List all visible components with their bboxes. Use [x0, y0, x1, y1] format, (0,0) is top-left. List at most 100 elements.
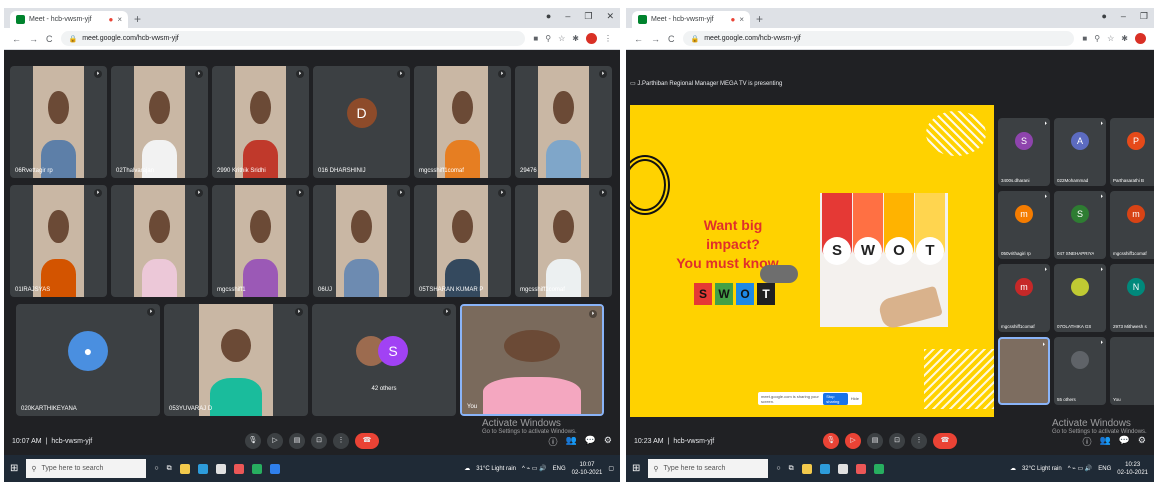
app-icon[interactable] — [873, 463, 884, 474]
camera-button[interactable]: ▷ — [267, 433, 283, 449]
participant-tile[interactable]: ⏵ 07OLATHIKA GS — [1054, 264, 1106, 332]
participant-tile[interactable]: ⏵ 2990 Krithik Sridhi — [212, 66, 309, 178]
participant-tile[interactable]: m⏵mgcsshiff1comaf — [1110, 191, 1154, 259]
windows-start-icon[interactable]: ⊞ — [10, 463, 18, 474]
participant-tile[interactable]: ⏵ — [998, 337, 1050, 405]
people-icon[interactable]: 👥 — [565, 435, 576, 448]
minimize-icon[interactable]: – — [1121, 11, 1126, 22]
participant-tile[interactable]: ⏵ 02Thalvarajan — [111, 66, 208, 178]
present-button[interactable]: ⊡ — [889, 433, 905, 449]
participant-tile[interactable]: ⏵ 06Rvettagir rp — [10, 66, 107, 178]
extension-icon[interactable]: ✱ — [572, 34, 579, 43]
participant-tile[interactable]: ⏵You — [460, 304, 604, 416]
menu-icon[interactable]: ⋮ — [604, 34, 612, 43]
more-options-button[interactable]: ⋮ — [911, 433, 927, 449]
url-field[interactable]: 🔒 meet.google.com/hcb-vwsm-yjf — [682, 31, 1075, 46]
back-icon[interactable]: ← — [12, 34, 21, 44]
file-explorer-icon[interactable] — [179, 463, 190, 474]
participant-tile[interactable]: S ⏵ 42 others — [312, 304, 456, 416]
app-icon[interactable] — [251, 463, 262, 474]
leave-call-button[interactable]: ☎ — [933, 433, 957, 449]
back-icon[interactable]: ← — [634, 34, 643, 44]
taskbar-clock[interactable]: 10:07 02-10-2021 — [572, 461, 603, 477]
activities-icon[interactable]: ⚙ — [604, 435, 612, 448]
participant-tile[interactable]: N⏵2973 Mithwesh s — [1110, 264, 1154, 332]
star-icon[interactable]: ☆ — [558, 34, 565, 43]
browser-tab[interactable]: Meet - hcb-vwsm-yjf ● × — [632, 11, 750, 28]
task-view-icon[interactable]: ⧉ — [789, 465, 794, 473]
profile-dot-icon[interactable]: ● — [1101, 11, 1106, 22]
cortana-icon[interactable]: ○ — [154, 465, 158, 472]
taskbar-search[interactable]: ⚲ Type here to search — [648, 459, 769, 478]
camera-icon[interactable]: ■ — [533, 34, 538, 43]
participant-tile[interactable]: ⏵ 06UJ — [313, 185, 410, 297]
participant-tile[interactable]: ⏵ — [111, 185, 208, 297]
reload-icon[interactable]: C — [668, 34, 675, 44]
edge-icon[interactable] — [197, 463, 208, 474]
store-icon[interactable] — [215, 463, 226, 474]
forward-icon[interactable]: → — [651, 34, 660, 44]
info-icon[interactable]: ⓘ — [548, 435, 557, 448]
captions-button[interactable]: ▤ — [867, 433, 883, 449]
url-field[interactable]: 🔒 meet.google.com/hcb-vwsm-yjf — [60, 31, 526, 46]
participant-tile[interactable]: ⏵ 05TSHARAN KUMAR P — [414, 185, 511, 297]
camera-icon[interactable]: ■ — [1082, 34, 1087, 43]
participant-tile[interactable]: ⏵ mgcsshiff1 — [212, 185, 309, 297]
participant-tile[interactable]: m ⏵ 050vrithagiri rp — [998, 191, 1050, 259]
minimize-icon[interactable]: – — [565, 11, 570, 22]
captions-button[interactable]: ▤ — [289, 433, 305, 449]
participant-tile[interactable]: ⏵ mgcsshiff1comaf — [515, 185, 612, 297]
participant-tile[interactable]: ● ⏵ 020KARTHIKEYANA — [16, 304, 160, 416]
avatar[interactable] — [586, 33, 597, 44]
maximize-icon[interactable]: ❐ — [1140, 11, 1148, 22]
participant-tile[interactable]: A ⏵ 022Mohammad — [1054, 118, 1106, 186]
taskbar-clock[interactable]: 10:23 02-10-2021 — [1117, 461, 1148, 477]
store-icon[interactable] — [837, 463, 848, 474]
edge-icon[interactable] — [819, 463, 830, 474]
profile-dot-icon[interactable]: ● — [546, 11, 551, 22]
people-icon[interactable]: 👥 — [1099, 435, 1110, 448]
file-explorer-icon[interactable] — [801, 463, 812, 474]
zoom-icon[interactable]: ⚲ — [545, 34, 551, 43]
close-tab-icon[interactable]: × — [117, 15, 122, 24]
participant-tile[interactable]: ⏵You — [1110, 337, 1154, 405]
notification-icon[interactable]: ▢ — [608, 465, 614, 472]
word-icon[interactable] — [269, 463, 280, 474]
chat-icon[interactable]: 💬 — [1119, 435, 1130, 448]
present-button[interactable]: ⊡ — [311, 433, 327, 449]
participant-tile[interactable]: S ⏵ 3400s.dharani — [998, 118, 1050, 186]
windows-start-icon[interactable]: ⊞ — [632, 463, 640, 474]
participant-tile[interactable]: ⏵ mgcsshiff1comaf — [414, 66, 511, 178]
leave-call-button[interactable]: ☎ — [355, 433, 379, 449]
close-window-icon[interactable]: ✕ — [606, 11, 614, 22]
info-icon[interactable]: ⓘ — [1082, 435, 1091, 448]
maximize-icon[interactable]: ❐ — [584, 11, 592, 22]
language[interactable]: ENG — [1098, 466, 1111, 472]
participant-tile[interactable]: m⏵mgcsshiff1comaf — [998, 264, 1050, 332]
chrome-icon[interactable] — [855, 463, 866, 474]
new-tab-icon[interactable]: + — [756, 12, 763, 26]
participant-tile[interactable]: ⏵ 29476 — [515, 66, 612, 178]
participant-tile[interactable]: ⏵ 01IRAJSYAS — [10, 185, 107, 297]
tray-icons[interactable]: ^ ⌁ ▭ 🔊 — [1068, 465, 1093, 472]
mic-button[interactable]: 🎙 — [245, 433, 261, 449]
activities-icon[interactable]: ⚙ — [1138, 435, 1146, 448]
reload-icon[interactable]: C — [46, 34, 53, 44]
mic-button[interactable]: 🎙 — [823, 433, 839, 449]
language[interactable]: ENG — [553, 466, 566, 472]
task-view-icon[interactable]: ⧉ — [167, 465, 172, 473]
participant-tile[interactable]: S ⏵ 047 SNEHAPRIYA — [1054, 191, 1106, 259]
participant-tile[interactable]: ⏵ 053YUVARAJ D — [164, 304, 308, 416]
taskbar-search[interactable]: ⚲ Type here to search — [26, 459, 147, 478]
chat-icon[interactable]: 💬 — [585, 435, 596, 448]
close-tab-icon[interactable]: × — [739, 15, 744, 24]
avatar[interactable] — [1135, 33, 1146, 44]
hide-button[interactable]: Hide — [851, 396, 859, 401]
participant-tile[interactable]: D ⏵ 016 DHARSHINIJ — [313, 66, 410, 178]
browser-tab[interactable]: Meet - hcb-vwsm-yjf ● × — [10, 11, 128, 28]
participant-tile[interactable]: P⏵Parthasarathi B — [1110, 118, 1154, 186]
cortana-icon[interactable]: ○ — [776, 465, 780, 472]
new-tab-icon[interactable]: + — [134, 12, 141, 26]
camera-button[interactable]: ▷ — [845, 433, 861, 449]
stop-sharing-button[interactable]: Stop sharing — [823, 392, 848, 405]
